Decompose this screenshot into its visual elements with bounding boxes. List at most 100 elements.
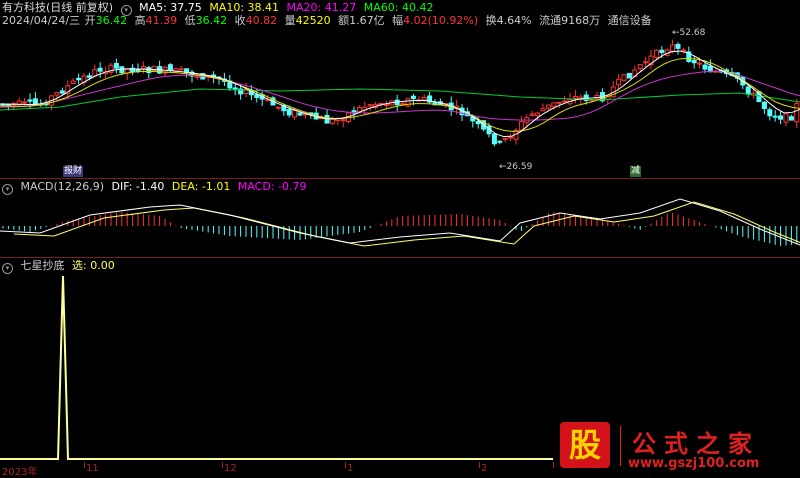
candle-body	[529, 113, 535, 116]
candle-body	[540, 108, 546, 112]
quote-date: 2024/04/24/三	[2, 14, 81, 27]
macd-value: MACD: -0.79	[237, 180, 307, 193]
axis-label-year: 2023年	[2, 467, 38, 478]
candle-body	[383, 103, 389, 106]
candle-body	[572, 95, 578, 99]
candle-body	[675, 43, 681, 49]
amount-value: 1.67亿	[349, 14, 385, 27]
candle-body	[772, 115, 778, 118]
candle-body	[86, 75, 92, 78]
vol-label: 量	[284, 14, 296, 27]
candle-body	[562, 100, 568, 103]
logo-title: 公式之家	[632, 429, 760, 458]
panel-divider	[0, 178, 800, 179]
candle-body	[70, 80, 76, 84]
axis-tick	[553, 462, 554, 468]
candle-body	[32, 98, 38, 105]
candle-body	[535, 112, 541, 117]
amount-label: 额	[338, 14, 350, 27]
candle-body	[616, 78, 622, 86]
candle-body	[178, 68, 184, 71]
open-label: 开	[84, 14, 96, 27]
dea-line	[13, 201, 800, 247]
candle-body	[788, 116, 794, 121]
candle-body	[778, 115, 784, 120]
candle-body	[794, 103, 800, 123]
high-price-note: ←52.68	[672, 28, 706, 38]
candle-body	[297, 112, 303, 116]
candle-body	[626, 72, 632, 79]
candle-body	[340, 119, 346, 122]
axis-label-feb: 2	[481, 463, 488, 474]
quote-row: 2024/04/24/三 开36.42 高41.39 低36.42 收40.82…	[2, 14, 656, 27]
macd-dif: DIF: -1.40	[111, 180, 165, 193]
candle-body	[27, 99, 33, 102]
candle-body	[653, 49, 659, 58]
candle-body	[275, 106, 281, 109]
macd-dea: DEA: -1.01	[171, 180, 231, 193]
candle-body	[92, 69, 98, 77]
candle-body	[59, 90, 65, 94]
turnover-value: 换4.64%	[485, 14, 532, 27]
candle-body	[783, 113, 789, 123]
high-price-value: 52.68	[679, 28, 706, 38]
candle-body	[286, 108, 292, 116]
candle-body	[232, 87, 238, 90]
price-chart[interactable]	[0, 27, 800, 177]
indicator-header: ▾ 七星抄底 选: 0.00	[2, 259, 119, 274]
low-price-value: 26.59	[506, 162, 533, 172]
candle-body	[329, 118, 335, 124]
indicator-title: 七星抄底	[20, 259, 65, 272]
candle-body	[421, 97, 427, 101]
axis-tick	[345, 462, 346, 468]
candle-body	[637, 64, 643, 69]
site-watermark: 股 公式之家 www.gszj100.com	[560, 420, 795, 475]
ma60-line	[0, 88, 800, 111]
candle-body	[22, 101, 28, 104]
logo-url: www.gszj100.com	[628, 456, 760, 471]
high-value: 41.39	[145, 14, 178, 27]
candle-body	[691, 59, 697, 64]
candle-body	[761, 101, 767, 109]
logo-divider	[620, 426, 621, 466]
financial-report-badge[interactable]: 报财	[63, 166, 84, 177]
ma20-line	[0, 70, 800, 121]
industry-value: 通信设备	[607, 14, 652, 27]
change-label: 幅	[392, 14, 404, 27]
logo-glyph: 股	[560, 422, 610, 468]
candle-body	[643, 61, 649, 64]
ma10-label: MA10: 38.41	[209, 1, 280, 14]
candle-body	[556, 101, 562, 104]
candle-body	[551, 102, 557, 107]
axis-label-dec: 12	[224, 463, 237, 474]
axis-tick	[84, 462, 85, 468]
candle-body	[356, 107, 362, 113]
axis-tick	[479, 462, 480, 468]
axis-label-jan: 1	[347, 463, 354, 474]
candle-body	[502, 137, 508, 141]
stock-title: 有方科技(日线 前复权)	[2, 1, 114, 14]
candle-body	[767, 109, 773, 117]
ma5-line	[0, 50, 800, 138]
open-value: 36.42	[95, 14, 128, 27]
candle-body	[545, 104, 551, 109]
reduce-holding-badge[interactable]: 减	[630, 166, 642, 177]
macd-chart[interactable]	[0, 193, 800, 256]
candle-body	[97, 67, 103, 72]
candle-body	[254, 94, 260, 98]
signal-line	[0, 275, 553, 460]
candle-body	[702, 64, 708, 70]
candle-body	[518, 121, 524, 131]
candle-body	[367, 104, 373, 107]
change-value: 4.02(10.92%)	[403, 14, 479, 27]
axis-label-nov: 11	[86, 463, 99, 474]
candle-body	[621, 74, 627, 81]
candle-body	[76, 77, 82, 81]
dif-line	[0, 198, 800, 246]
macd-title: MACD(12,26,9)	[20, 180, 105, 193]
candle-body	[508, 136, 514, 139]
ma20-label: MA20: 41.27	[286, 1, 357, 14]
candle-body	[410, 95, 416, 99]
close-label: 收	[234, 14, 246, 27]
candle-body	[113, 62, 119, 69]
